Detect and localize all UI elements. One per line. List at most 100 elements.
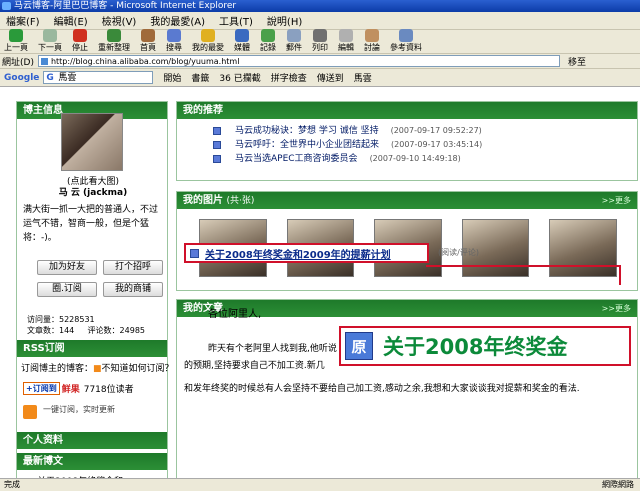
my-shop-button[interactable]: 我的商铺 — [103, 282, 163, 297]
back-button[interactable]: 上一頁 — [4, 29, 28, 53]
edit-icon — [339, 29, 353, 42]
blog-stats: 访问量：5228531 文章数：144 评论数：24985 — [27, 314, 167, 336]
home-icon — [141, 29, 155, 42]
stop-icon — [73, 29, 87, 42]
google-popup-blocked[interactable]: 36 已攔截 — [219, 71, 260, 84]
profile-section: 个人资料 — [17, 432, 167, 449]
left-sidebar: 博主信息 (点此看大图) 马 云 (jackma) 满大街一抓一大把的普通人，不… — [16, 101, 174, 491]
printer-icon — [313, 29, 327, 42]
photos-header: 我的图片 (共·张) >>更多 — [177, 192, 637, 209]
refresh-icon — [107, 29, 121, 42]
google-highlight-term[interactable]: 馬雲 — [354, 71, 372, 84]
ie-logo-icon — [2, 2, 11, 10]
rss-panel: RSS订阅 订阅博主的博客：■不知道如何订阅？ +订阅到 鲜果 7718位读者 一键… — [17, 340, 174, 431]
blogger-portrait-photo[interactable] — [61, 113, 123, 171]
menu-edit[interactable]: 編輯(E) — [54, 13, 88, 28]
address-bar: 網址(D) http://blog.china.alibaba.com/blog… — [0, 54, 640, 69]
rss-question: 订阅博主的博客： — [21, 364, 94, 374]
article-salutation: 各位阿里人, — [208, 309, 262, 320]
zoomed-title-callout: 原关于2008年终奖金 — [339, 326, 631, 366]
history-button[interactable]: 記錄 — [260, 29, 276, 53]
post-icon — [213, 141, 221, 149]
discuss-icon — [365, 29, 379, 42]
go-button[interactable]: 移至 — [568, 55, 586, 68]
menu-help[interactable]: 說明(H) — [267, 13, 302, 28]
blogger-bio: 满大街一抓一大把的普通人，不过运气不错，智商一般，但是个猛将：-)。 — [23, 205, 159, 243]
recommendation-item[interactable]: 马云成功秘诀：梦想 学习 诚信 坚持 (2007-09-17 09:52:27) — [213, 124, 637, 138]
post-icon — [190, 248, 199, 258]
profile-header: 个人资料 — [17, 432, 167, 449]
menu-tools[interactable]: 工具(T) — [219, 13, 253, 28]
back-arrow-icon — [9, 29, 23, 42]
zoomed-title-text: 关于2008年终奖金 — [383, 335, 568, 359]
mail-icon — [287, 29, 301, 42]
window-title-bar: 马云博客-阿里巴巴博客 - Microsoft Internet Explore… — [0, 0, 640, 12]
comments-count: 评论数：24985 — [87, 326, 145, 335]
post-icon — [213, 155, 221, 163]
original-badge-icon: 原 — [345, 332, 373, 360]
menu-favorites[interactable]: 我的最愛(A) — [150, 13, 205, 28]
google-go-button[interactable]: 開始 — [163, 71, 181, 84]
favorites-button[interactable]: 我的最愛 — [192, 29, 224, 53]
subscribe-to-button[interactable]: +订阅到 — [23, 382, 60, 395]
recommendations-panel: 我的推荐 马云成功秘诀：梦想 学习 诚信 坚持 (2007-09-17 09:52… — [176, 101, 638, 181]
menu-bar: 檔案(F) 編輯(E) 檢視(V) 我的最愛(A) 工具(T) 說明(H) — [0, 12, 640, 30]
star-icon — [201, 29, 215, 42]
main-column: 我的推荐 马云成功秘诀：梦想 学习 诚信 坚持 (2007-09-17 09:52… — [176, 101, 638, 491]
subscribe-button[interactable]: 圈.订阅 — [37, 282, 97, 297]
latest-posts-header: 最新博文 — [17, 453, 167, 470]
article-title-link[interactable]: 关于2008年终奖金和2009年的提薪计划 (阅读/评论) — [184, 243, 479, 263]
articles-more-link[interactable]: >>更多 — [602, 300, 631, 317]
reader-count: 7718位读者 — [83, 385, 134, 395]
window-title: 马云博客-阿里巴巴博客 - Microsoft Internet Explore… — [14, 1, 237, 11]
history-icon — [261, 29, 275, 42]
zone-indicator: 網際網路 — [602, 480, 634, 489]
menu-file[interactable]: 檔案(F) — [6, 13, 40, 28]
rss-tagline: 一键订阅，实时更新 — [43, 405, 115, 414]
research-button[interactable]: 參考資料 — [390, 29, 422, 53]
refresh-button[interactable]: 重新整理 — [98, 29, 130, 53]
google-toolbar: Google 馬雲 開始 書籤 36 已攔截 拼字檢查 傳送到 馬雲 — [0, 69, 640, 87]
blogger-name: 马 云 (jackma) — [58, 188, 128, 198]
post-icon — [213, 127, 221, 135]
recommendation-item[interactable]: 马云当选APEC工商咨询委员会 (2007-09-10 14:49:18) — [213, 152, 637, 166]
rss-help-link[interactable]: 不知道如何订阅？ — [102, 364, 174, 374]
xianguo-logo[interactable]: 鲜果 — [62, 382, 80, 395]
google-bookmarks-button[interactable]: 書籤 — [191, 71, 209, 84]
recommendations-header: 我的推荐 — [177, 102, 637, 119]
search-icon — [167, 29, 181, 42]
search-button[interactable]: 搜尋 — [166, 29, 182, 53]
rss-feed-icon[interactable] — [23, 405, 37, 419]
blogger-info-panel: 博主信息 (点此看大图) 马 云 (jackma) 满大街一抓一大把的普通人，不… — [17, 102, 167, 340]
edit-button[interactable]: 編輯 — [338, 29, 354, 53]
stop-button[interactable]: 停止 — [72, 29, 88, 53]
google-send-to-button[interactable]: 傳送到 — [317, 71, 344, 84]
google-logo: Google — [4, 72, 40, 83]
articles-count: 文章数：144 — [27, 326, 75, 335]
print-button[interactable]: 列印 — [312, 29, 328, 53]
home-button[interactable]: 首頁 — [140, 29, 156, 53]
status-bar: 完成 網際網路 — [0, 478, 640, 491]
book-icon — [399, 29, 413, 42]
status-text: 完成 — [4, 480, 20, 489]
media-icon — [235, 29, 249, 42]
recommendation-item[interactable]: 马云呼吁：全世界中小企业团结起来 (2007-09-17 03:45:14) — [213, 138, 637, 152]
add-friend-button[interactable]: 加为好友 — [37, 260, 97, 275]
toolbar: 上一頁 下一頁 停止 重新整理 首頁 搜尋 我的最愛 媒體 記錄 郵件 列印 編… — [0, 29, 640, 54]
google-search-input[interactable]: 馬雲 — [43, 71, 154, 84]
photos-more-link[interactable]: >>更多 — [602, 192, 631, 209]
address-input[interactable]: http://blog.china.alibaba.com/blog/yuuma… — [37, 55, 560, 67]
article-meta: (阅读/评论) — [438, 248, 479, 257]
discuss-button[interactable]: 討論 — [364, 29, 380, 53]
forward-button[interactable]: 下一頁 — [38, 29, 62, 53]
callout-connector — [426, 265, 621, 285]
visits-count: 访问量：5228531 — [27, 315, 95, 324]
google-spellcheck-button[interactable]: 拼字檢查 — [271, 71, 307, 84]
menu-view[interactable]: 檢視(V) — [102, 13, 137, 28]
rss-header: RSS订阅 — [17, 340, 167, 357]
rss-icon: ■ — [93, 364, 102, 374]
say-hi-button[interactable]: 打个招呼 — [103, 260, 163, 275]
mail-button[interactable]: 郵件 — [286, 29, 302, 53]
media-button[interactable]: 媒體 — [234, 29, 250, 53]
forward-arrow-icon — [43, 29, 57, 42]
